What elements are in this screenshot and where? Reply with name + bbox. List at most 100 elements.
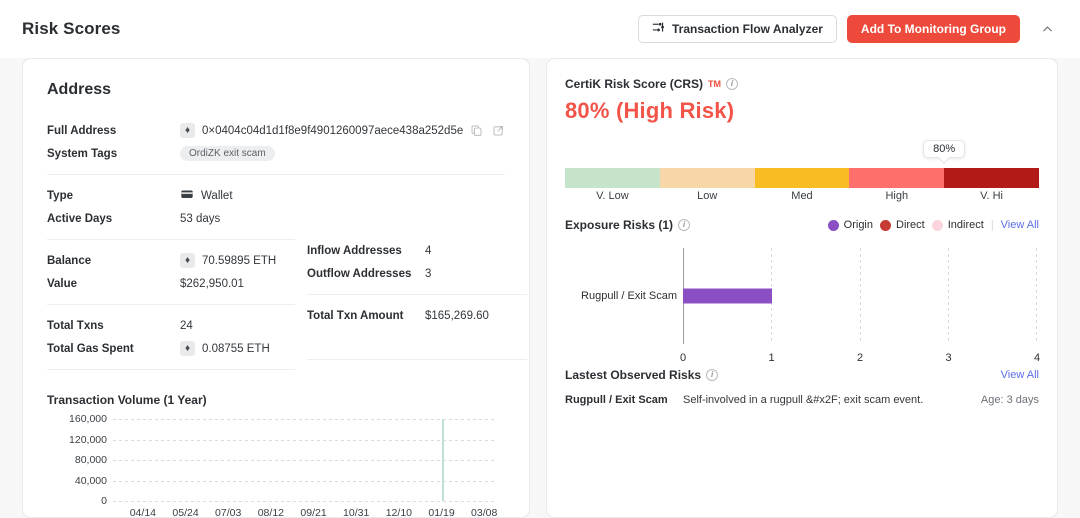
x-axis-tick-label: 09/21 (300, 507, 326, 518)
latest-risks-view-all-link[interactable]: View All (1001, 369, 1039, 381)
gridline (113, 481, 497, 482)
detail-label-value: Value (47, 278, 180, 290)
y-axis-tick-label: 80,000 (47, 454, 107, 466)
x-axis-tick-label: 2 (857, 352, 863, 364)
full-address-value-group: ♦ 0×0404c04d1d1f8e9f4901260097aece438a25… (180, 123, 463, 138)
risk-meter-segment-v-low (565, 168, 660, 188)
risk-meter-segment-med (755, 168, 850, 188)
transaction-flow-icon (652, 21, 665, 37)
details-column-right: Inflow Addresses 4 Outflow Addresses 3 T… (295, 184, 527, 379)
risk-meter-label: Low (660, 190, 755, 202)
detail-value-type-group: Wallet (180, 187, 233, 204)
risk-meter: 80% V. LowLowMedHighV. Hi (565, 140, 1039, 192)
add-to-monitoring-group-label: Add To Monitoring Group (861, 22, 1006, 36)
transaction-flow-analyzer-label: Transaction Flow Analyzer (672, 22, 823, 36)
latest-risks-title: Lastest Observed Risks (565, 368, 701, 382)
latest-risks-title-group: Lastest Observed Risks i (565, 368, 718, 382)
content-area: Address Full Address ♦ 0×0404c04d1d1f8e9… (0, 58, 1080, 518)
latest-risk-description: Self-involved in a rugpull &#x2F; exit s… (683, 394, 923, 406)
exposure-risks-legend: OriginDirectIndirect|View All (828, 219, 1039, 231)
y-axis-tick-label: 120,000 (47, 434, 107, 446)
x-axis-tick-label: 05/24 (172, 507, 198, 518)
latest-risk-name: Rugpull / Exit Scam (565, 394, 683, 406)
detail-label-total-gas-spent: Total Gas Spent (47, 343, 180, 355)
detail-value-balance: 70.59895 ETH (202, 255, 276, 267)
x-axis-tick-label: 1 (768, 352, 774, 364)
x-axis-tick-label: 03/08 (471, 507, 497, 518)
divider (47, 369, 295, 370)
y-axis-tick-label: 40,000 (47, 475, 107, 487)
divider (47, 304, 295, 305)
address-details-grid: Type Wallet Active Days 53 days (47, 184, 505, 379)
risk-meter-label: V. Hi (944, 190, 1039, 202)
risk-meter-segment-v-hi (944, 168, 1039, 188)
detail-row-outflow-addresses: Outflow Addresses 3 (307, 262, 527, 285)
risk-meter-segment-high (849, 168, 944, 188)
legend-label: Indirect (948, 219, 984, 231)
system-tags-value: OrdiZK exit scam (180, 146, 275, 161)
transaction-flow-analyzer-button[interactable]: Transaction Flow Analyzer (638, 15, 837, 43)
x-axis-tick-label: 07/03 (215, 507, 241, 518)
exposure-bar-origin[interactable] (683, 289, 772, 304)
risk-meter-segment-low (660, 168, 755, 188)
gridline (860, 248, 861, 344)
ethereum-icon: ♦ (180, 123, 195, 138)
transaction-volume-title: Transaction Volume (1 Year) (47, 393, 505, 407)
detail-label-active-days: Active Days (47, 213, 180, 225)
detail-label-total-txn-amount: Total Txn Amount (307, 310, 425, 322)
legend-item-direct: Direct (880, 219, 925, 231)
exposure-risks-plot (683, 248, 1037, 344)
external-link-icon[interactable] (492, 124, 505, 137)
detail-label-type: Type (47, 190, 180, 202)
x-axis-tick-label: 04/14 (130, 507, 156, 518)
x-axis-tick-label: 12/10 (386, 507, 412, 518)
y-axis-tick-label: 160,000 (47, 413, 107, 425)
legend-dot (880, 220, 891, 231)
copy-icon[interactable] (470, 124, 483, 137)
detail-row-total-gas-spent: Total Gas Spent ♦ 0.08755 ETH (47, 337, 295, 360)
system-tags-label: System Tags (47, 148, 180, 160)
gridline (948, 248, 949, 344)
detail-value-active-days: 53 days (180, 213, 220, 225)
detail-label-inflow-addresses: Inflow Addresses (307, 245, 425, 257)
info-icon[interactable]: i (678, 219, 690, 231)
detail-row-total-txns: Total Txns 24 (47, 314, 295, 337)
detail-row-value: Value $262,950.01 (47, 272, 295, 295)
detail-value-total-gas-group: ♦ 0.08755 ETH (180, 341, 270, 356)
x-axis-tick-label: 3 (945, 352, 951, 364)
divider (47, 239, 295, 240)
ethereum-icon: ♦ (180, 341, 195, 356)
chevron-up-icon[interactable] (1036, 18, 1058, 40)
full-address-value: 0×0404c04d1d1f8e9f4901260097aece438a252d… (202, 125, 463, 137)
page-title: Risk Scores (22, 19, 120, 39)
address-actions (470, 124, 505, 137)
legend-label: Direct (896, 219, 925, 231)
add-to-monitoring-group-button[interactable]: Add To Monitoring Group (847, 15, 1020, 43)
crs-score: 80% (High Risk) (565, 98, 1039, 124)
details-column-left: Type Wallet Active Days 53 days (47, 184, 295, 379)
risk-meter-label: Med (755, 190, 850, 202)
detail-label-outflow-addresses: Outflow Addresses (307, 268, 425, 280)
detail-value-balance-group: ♦ 70.59895 ETH (180, 253, 276, 268)
info-icon[interactable]: i (726, 78, 738, 90)
x-axis-tick-label: 01/19 (428, 507, 454, 518)
x-axis-tick-label: 0 (680, 352, 686, 364)
gridline (113, 460, 497, 461)
info-icon[interactable]: i (706, 369, 718, 381)
system-tag-chip[interactable]: OrdiZK exit scam (180, 146, 275, 161)
detail-value-value: $262,950.01 (180, 278, 244, 290)
gridline (113, 419, 497, 420)
system-tags-row: System Tags OrdiZK exit scam (47, 142, 505, 165)
legend-item-indirect: Indirect (932, 219, 984, 231)
divider (47, 174, 505, 175)
divider (307, 359, 527, 360)
exposure-risks-view-all-link[interactable]: View All (1001, 219, 1039, 231)
crs-header: CertiK Risk Score (CRS) TM i (565, 77, 1039, 91)
full-address-label: Full Address (47, 125, 180, 137)
ethereum-icon: ♦ (180, 253, 195, 268)
detail-value-type: Wallet (201, 190, 233, 202)
gridline (113, 440, 497, 441)
trademark-mark: TM (708, 79, 721, 89)
address-card: Address Full Address ♦ 0×0404c04d1d1f8e9… (22, 58, 530, 518)
latest-risks-actions: View All (1001, 369, 1039, 381)
